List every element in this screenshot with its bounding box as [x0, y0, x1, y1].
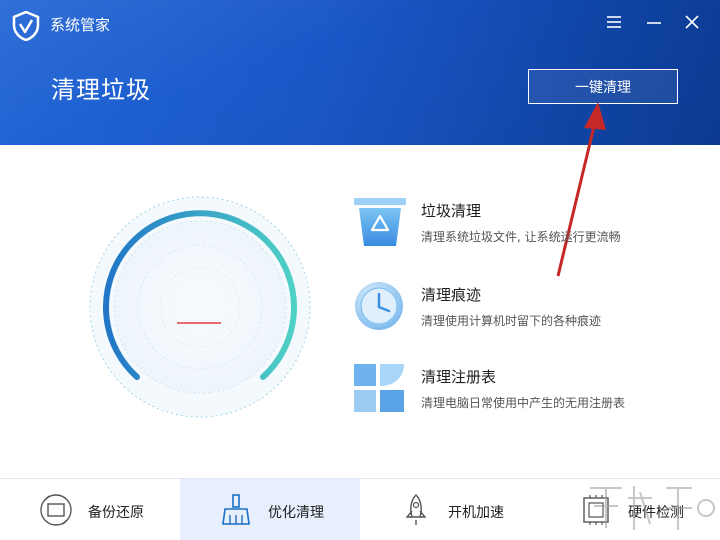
shield-logo-icon — [12, 11, 40, 41]
app-title: 系统管家 — [50, 16, 111, 34]
rocket-icon — [405, 494, 427, 525]
tab-label: 开机加速 — [448, 505, 504, 521]
tab-label: 备份还原 — [88, 505, 144, 521]
scan-gauge — [89, 196, 311, 418]
feature-description: 清理系统垃圾文件, 让系统运行更流畅 — [421, 230, 621, 244]
feature-trash-cleanup[interactable]: 垃圾清理 清理系统垃圾文件, 让系统运行更流畅 — [350, 196, 700, 256]
tab-label: 优化清理 — [268, 505, 324, 521]
broom-icon — [222, 494, 250, 525]
clock-icon — [355, 282, 403, 330]
menu-icon[interactable] — [604, 12, 624, 32]
trash-icon — [354, 198, 406, 246]
registry-icon — [354, 364, 404, 412]
feature-description: 清理使用计算机时留下的各种痕迹 — [421, 314, 602, 328]
minimize-icon[interactable] — [644, 12, 664, 32]
header-bar: 系统管家 清理垃圾 一键清理 — [0, 0, 720, 145]
tab-backup-restore[interactable]: 备份还原 — [0, 479, 180, 540]
backup-icon — [40, 494, 72, 526]
feature-clean-registry[interactable]: 清理注册表 清理电脑日常使用中产生的无用注册表 — [350, 362, 700, 422]
tab-optimize-clean[interactable]: 优化清理 — [180, 479, 360, 540]
feature-title: 垃圾清理 — [421, 202, 482, 220]
feature-title: 清理痕迹 — [421, 286, 482, 304]
feature-title: 清理注册表 — [421, 368, 497, 386]
feature-clear-traces[interactable]: 清理痕迹 清理使用计算机时留下的各种痕迹 — [350, 280, 700, 340]
feature-description: 清理电脑日常使用中产生的无用注册表 — [421, 396, 626, 410]
site-watermark — [590, 486, 715, 530]
close-icon[interactable] — [682, 12, 702, 32]
page-title: 清理垃圾 — [51, 76, 151, 104]
tab-boot-speedup[interactable]: 开机加速 — [360, 479, 540, 540]
